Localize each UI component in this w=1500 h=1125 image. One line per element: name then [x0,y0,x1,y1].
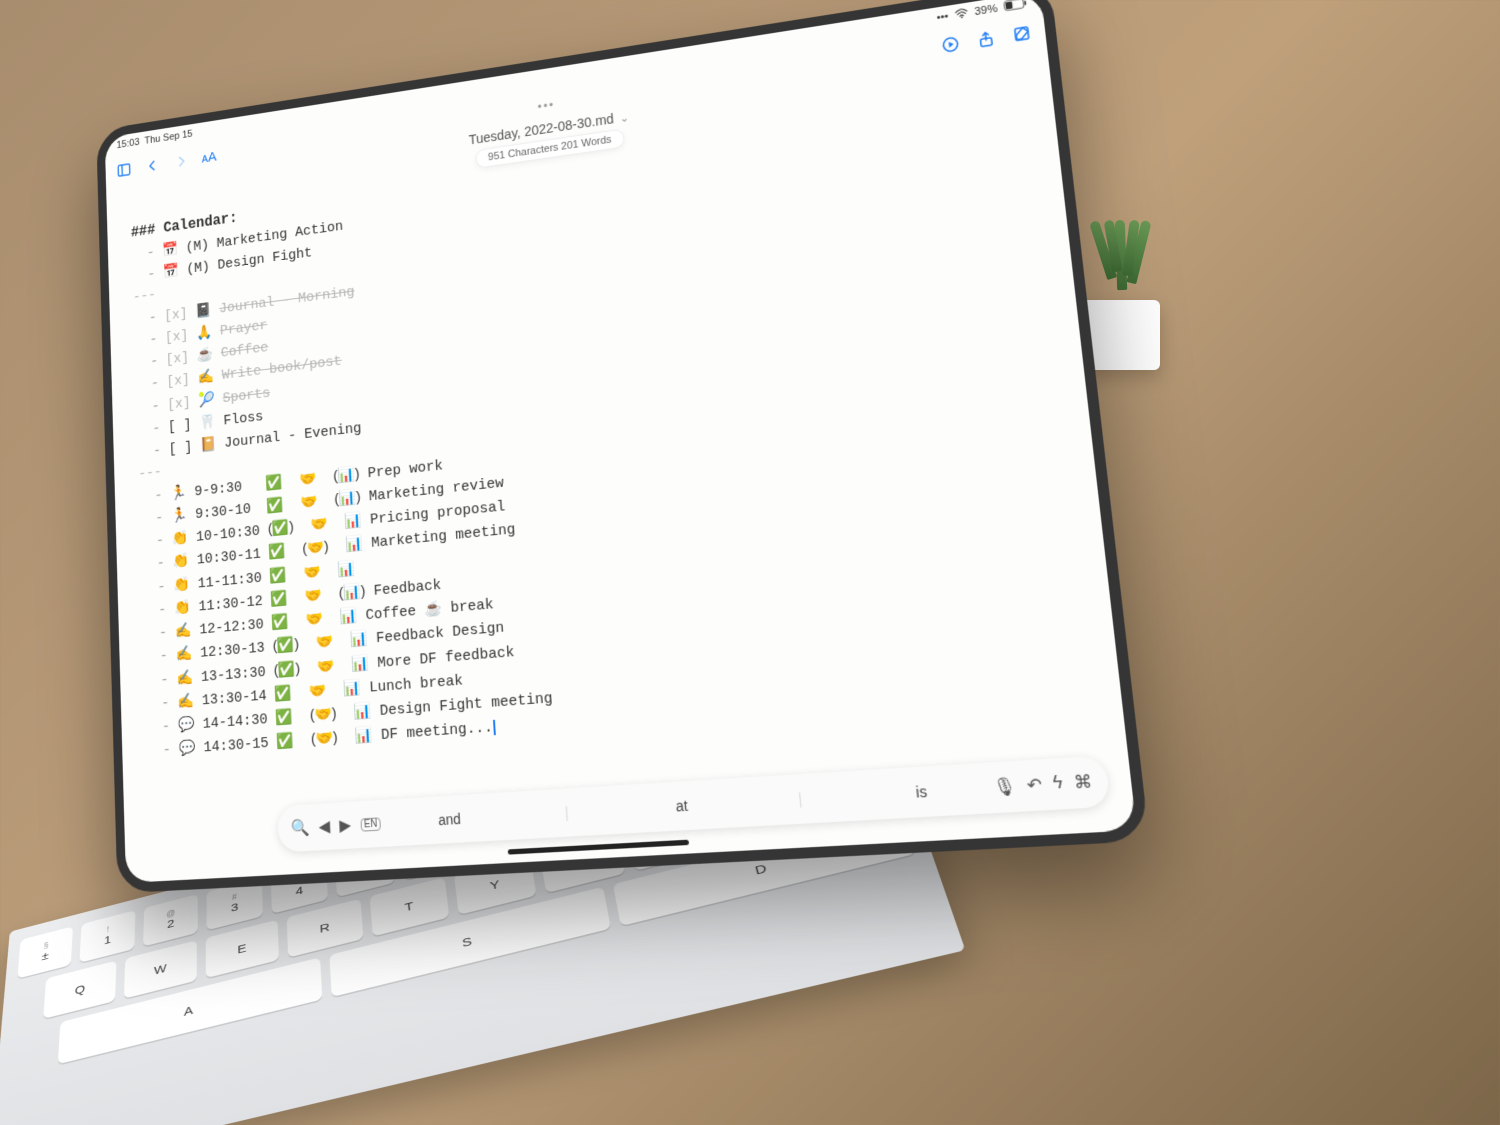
sidebar-toggle-icon[interactable] [115,160,132,180]
suggestion-2[interactable]: at [675,797,688,815]
command-icon[interactable]: ⌘ [1073,771,1094,794]
search-icon[interactable]: 🔍 [290,817,309,838]
ipad-device: 15:03 Thu Sep 15 ••• 39% [96,0,1149,893]
play-icon[interactable] [939,33,962,56]
language-pill[interactable]: EN [360,817,381,831]
status-time: 15:03 [116,137,139,151]
wifi-icon [954,6,969,22]
forward-icon[interactable] [172,151,190,171]
share-icon[interactable] [974,28,997,51]
screen: 15:03 Thu Sep 15 ••• 39% [105,0,1137,883]
prev-icon[interactable]: ◀ [318,816,330,837]
undo-icon[interactable]: ↶ [1026,774,1043,797]
next-icon[interactable]: ▶ [339,815,352,836]
battery-icon [1003,0,1028,15]
text-style-icon[interactable]: ᴀA [201,147,217,167]
bolt-icon[interactable]: ϟ [1052,774,1064,795]
compose-icon[interactable] [1010,22,1033,45]
suggestion-3[interactable]: is [915,783,928,801]
battery-text: 39% [974,3,998,18]
more-icon[interactable]: ••• [537,98,555,114]
chevron-down-icon[interactable]: ⌄ [620,112,630,125]
mic-icon[interactable]: 🎙︎ [992,775,1017,798]
back-icon[interactable] [144,156,161,176]
suggestion-1[interactable]: and [438,811,461,829]
